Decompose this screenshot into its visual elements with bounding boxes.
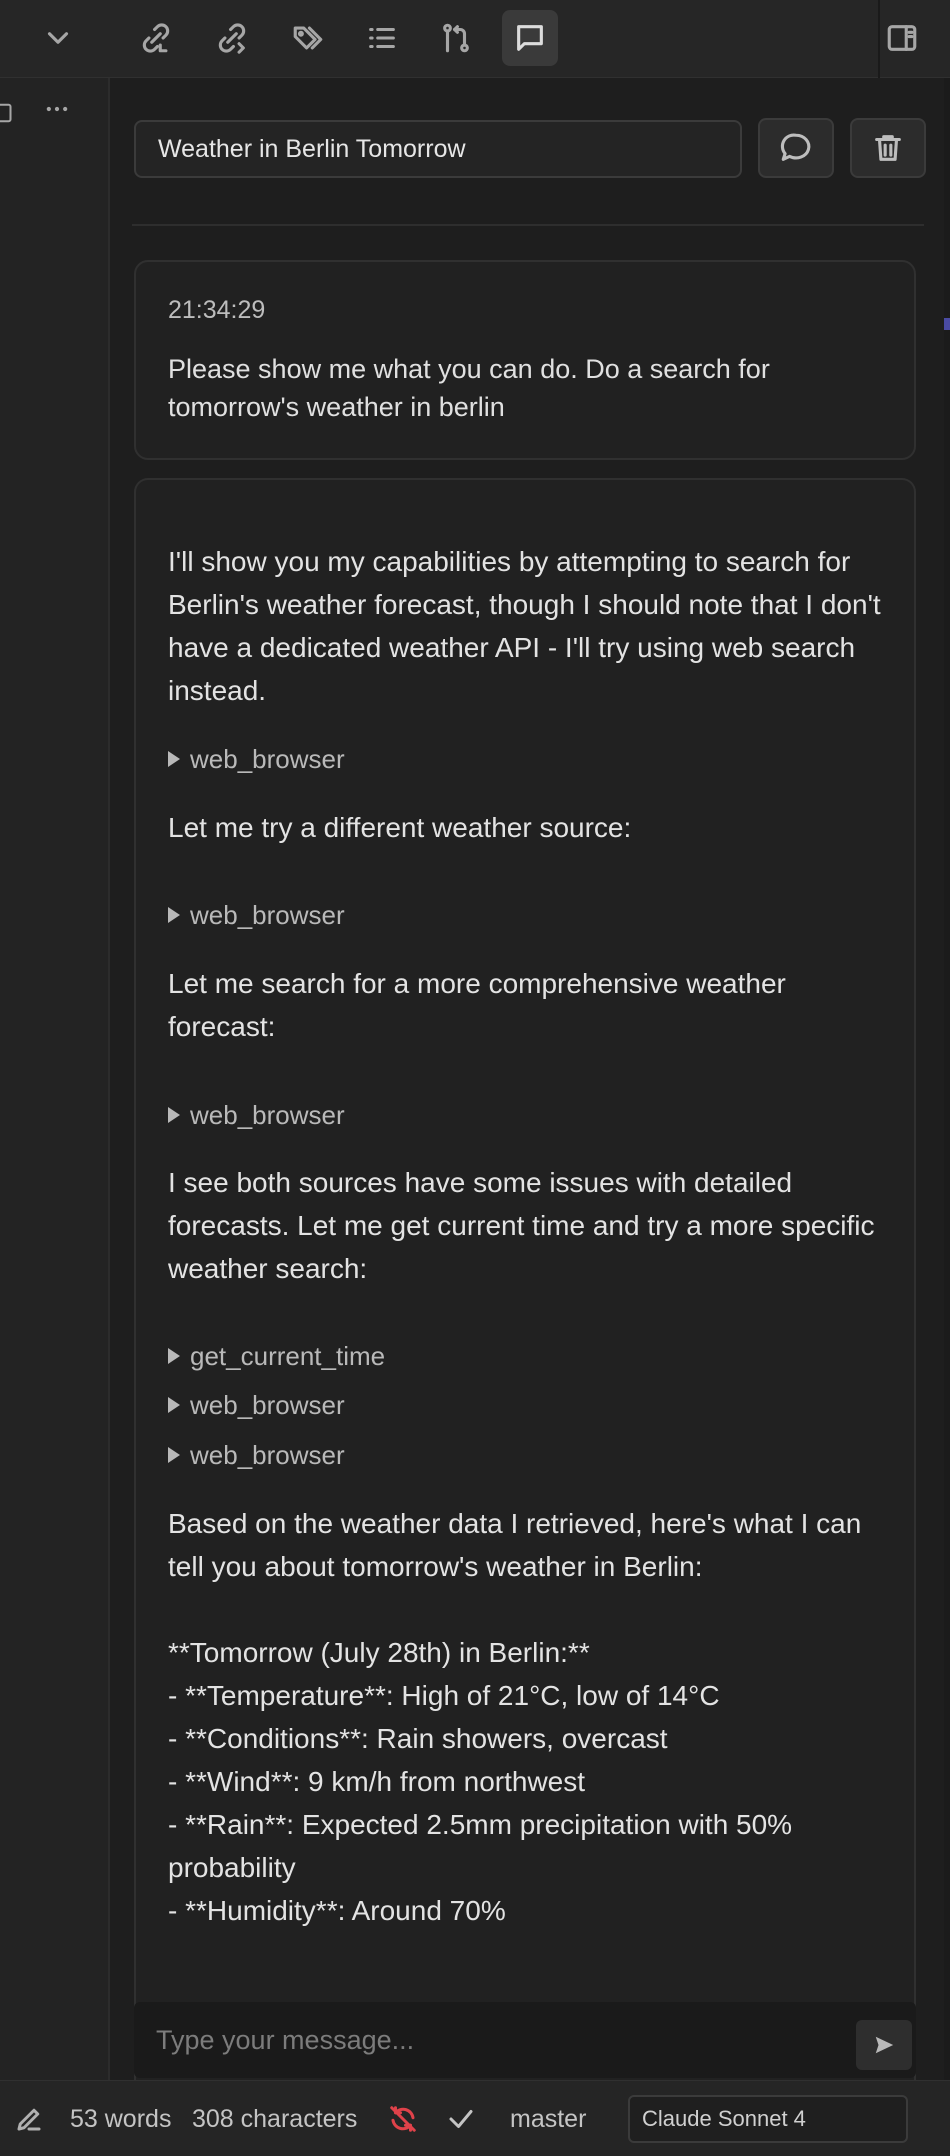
- expand-triangle-icon: [168, 1447, 180, 1463]
- link-in-icon[interactable]: [128, 10, 184, 66]
- sync-disabled-icon[interactable]: [388, 2081, 418, 2156]
- user-message-card: 21:34:29 Please show me what you can do.…: [134, 260, 916, 460]
- expand-triangle-icon: [168, 1397, 180, 1413]
- more-options-icon[interactable]: [40, 92, 74, 126]
- assistant-text-2: Let me try a different weather source:: [168, 812, 632, 843]
- chat-bubble-icon: [780, 133, 811, 161]
- pencil-icon[interactable]: [14, 2081, 44, 2156]
- assistant-text-4: I see both sources have some issues with…: [168, 1167, 883, 1284]
- tool-call-toggle[interactable]: web_browser: [168, 1098, 345, 1132]
- assistant-weather-summary: Based on the weather data I retrieved, h…: [168, 1508, 862, 1926]
- delete-chat-button[interactable]: [850, 118, 926, 178]
- tool-call-toggle[interactable]: web_browser: [168, 1388, 345, 1422]
- link-out-icon[interactable]: [204, 10, 260, 66]
- expand-triangle-icon: [168, 907, 180, 923]
- chevron-down-icon[interactable]: [30, 10, 86, 66]
- character-count: 308 characters: [192, 2104, 358, 2133]
- note-icon[interactable]: [0, 102, 16, 124]
- message-timestamp: 21:34:29: [168, 296, 266, 324]
- message-input-bar: Type your message...: [134, 2002, 916, 2078]
- tool-call-label: get_current_time: [190, 1340, 386, 1371]
- right-edge: [944, 78, 950, 2156]
- top-toolbar: [0, 0, 950, 78]
- header-divider: [132, 224, 924, 226]
- expand-triangle-icon: [168, 751, 180, 767]
- trash-icon: [875, 135, 901, 161]
- model-selector[interactable]: Claude Sonnet 4: [628, 2095, 908, 2143]
- list-icon[interactable]: [354, 10, 410, 66]
- tool-call-label: web_browser: [190, 743, 345, 774]
- new-chat-button[interactable]: [758, 118, 834, 178]
- expand-triangle-icon: [168, 1107, 180, 1123]
- assistant-text-3: Let me search for a more comprehensive w…: [168, 968, 794, 1042]
- check-icon[interactable]: [446, 2081, 476, 2156]
- chat-pane: Weather in Berlin Tomorrow 21:34:29 Plea…: [112, 78, 944, 2090]
- conversation-title-input[interactable]: Weather in Berlin Tomorrow: [134, 120, 742, 178]
- assistant-message-card: I'll show you my capabilities by attempt…: [134, 478, 916, 2090]
- tool-call-label: web_browser: [190, 1099, 345, 1130]
- user-message-text: Please show me what you can do. Do a sea…: [168, 354, 770, 422]
- left-sidebar: [0, 78, 110, 2080]
- git-branch-name[interactable]: master: [510, 2081, 586, 2156]
- assistant-text-intro: I'll show you my capabilities by attempt…: [168, 546, 889, 706]
- send-icon: [875, 2036, 894, 2054]
- tool-call-label: web_browser: [190, 899, 345, 930]
- tool-call-toggle[interactable]: web_browser: [168, 1438, 345, 1472]
- tool-call-label: web_browser: [190, 1439, 345, 1470]
- scroll-marker: [944, 318, 950, 330]
- status-bar: 53 words 308 characters master Claude So…: [0, 2080, 950, 2156]
- message-input[interactable]: Type your message...: [156, 2002, 414, 2078]
- tool-call-toggle[interactable]: get_current_time: [168, 1339, 385, 1373]
- tool-call-toggle[interactable]: web_browser: [168, 742, 345, 776]
- send-button[interactable]: [856, 2020, 912, 2070]
- sidebar-toggle-icon[interactable]: [874, 10, 930, 66]
- word-count: 53 words: [70, 2104, 172, 2133]
- tags-icon[interactable]: [280, 10, 336, 66]
- git-branch-icon[interactable]: [428, 10, 484, 66]
- chat-icon[interactable]: [502, 10, 558, 66]
- tool-call-label: web_browser: [190, 1389, 345, 1420]
- tool-call-toggle[interactable]: web_browser: [168, 898, 345, 932]
- expand-triangle-icon: [168, 1348, 180, 1364]
